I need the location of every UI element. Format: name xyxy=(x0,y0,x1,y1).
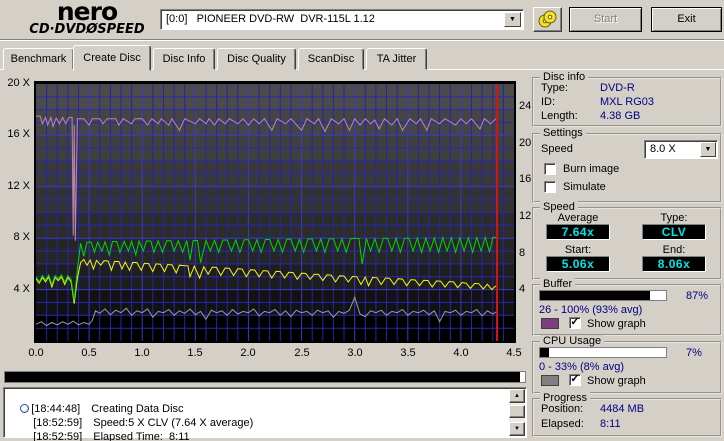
x-axis-tick: 1.0 xyxy=(134,347,150,359)
x-axis-tick: 2.5 xyxy=(294,347,310,359)
progress-group: Progress Position: 4484 MB Elapsed: 8:11 xyxy=(532,392,722,437)
disc-length-value: 4.38 GB xyxy=(600,110,641,122)
cpu-percent: 7% xyxy=(686,347,702,359)
speed-end-label: End: xyxy=(662,244,686,256)
cpu-bar-fill xyxy=(540,348,549,357)
tab-ta-jitter[interactable]: TA Jitter xyxy=(366,48,427,70)
y-axis-left-tick: 8 X xyxy=(13,231,30,243)
progress-position-label: Position: xyxy=(541,403,584,415)
cpu-usage-title: CPU Usage xyxy=(540,335,605,347)
buffer-show-graph-checkbox[interactable]: ✓ xyxy=(569,317,581,329)
tab-disc-quality[interactable]: Disc Quality xyxy=(217,48,296,70)
y-axis-left-tick: 12 X xyxy=(7,180,30,192)
tab-disc-info[interactable]: Disc Info xyxy=(153,48,215,70)
tab-scandisc[interactable]: ScanDisc xyxy=(298,48,364,70)
log-text: Elapsed Time: 8:11 xyxy=(93,431,190,441)
scroll-up-button[interactable]: ▲ xyxy=(509,389,525,403)
log-line: [18:52:59] Elapsed Time: 8:11 xyxy=(21,419,189,441)
speed-chart-plot xyxy=(34,81,516,343)
cpu-series-swatch xyxy=(541,375,559,386)
buffer-group: Buffer 87% 26 - 100% (93% avg) ✓ Show gr… xyxy=(532,278,722,336)
x-axis-tick: 4.5 xyxy=(506,347,522,359)
cpu-bar xyxy=(539,347,667,358)
disc-type-label: Type: xyxy=(541,82,568,94)
x-axis-tick: 2.0 xyxy=(240,347,256,359)
speed-select[interactable]: 8.0 X ▼ xyxy=(644,140,718,159)
chevron-down-icon[interactable]: ▼ xyxy=(504,12,521,27)
progress-position-value: 4484 MB xyxy=(600,403,645,415)
scroll-down-button[interactable]: ▼ xyxy=(509,422,525,436)
burn-image-label: Burn image xyxy=(563,163,620,175)
x-axis-tick: 3.5 xyxy=(400,347,416,359)
start-button[interactable]: Start xyxy=(569,7,642,32)
toolbar-separator xyxy=(0,39,724,41)
speed-start-label: Start: xyxy=(564,244,592,256)
buffer-percent: 87% xyxy=(686,290,709,302)
buffer-series-swatch xyxy=(541,318,559,329)
tab-create-disc[interactable]: Create Disc xyxy=(73,45,151,71)
buffer-title: Buffer xyxy=(540,278,576,290)
discs-icon xyxy=(538,10,557,28)
speed-type-value: CLV xyxy=(642,224,706,240)
x-axis-tick: 4.0 xyxy=(453,347,469,359)
log-scrollbar[interactable]: ▲ ▼ xyxy=(509,389,525,436)
log-line: [18:52:59] Speed:5 X CLV (7.64 X average) xyxy=(21,405,253,429)
simulate-label: Simulate xyxy=(563,181,606,193)
x-axis-tick: 3.0 xyxy=(347,347,363,359)
speed-end-value: 8.06x xyxy=(642,256,706,272)
speed-start-value: 5.06x xyxy=(546,256,610,272)
cpu-show-graph-label: Show graph xyxy=(587,375,646,387)
speed-average-label: Average xyxy=(557,212,599,224)
settings-group: Settings Speed 8.0 X ▼ ✓ Burn image ✓ Si… xyxy=(532,127,722,203)
y-axis-left-tick: 4 X xyxy=(13,283,30,295)
logo-line2: CD·DVDØSPEED xyxy=(29,22,145,37)
x-axis-tick: 0.0 xyxy=(28,347,44,359)
burn-progress-fill xyxy=(5,372,520,382)
burn-image-checkbox[interactable]: ✓ xyxy=(544,163,556,175)
buffer-bar xyxy=(539,290,667,301)
drive-selector[interactable]: [0:0] PIONEER DVD-RW DVR-115L 1.12 ▼ xyxy=(160,9,524,30)
buffer-bar-fill xyxy=(540,291,650,300)
disc-id-label: ID: xyxy=(541,96,556,108)
tab-benchmark[interactable]: Benchmark xyxy=(3,48,74,70)
disc-id-value: MXL RG03 xyxy=(600,96,655,108)
speed-select-value: 8.0 X xyxy=(650,143,676,155)
buffer-show-graph-label: Show graph xyxy=(587,318,646,330)
status-log[interactable]: [18:44:48] Creating Data Disc [18:52:59] S… xyxy=(3,387,527,441)
buffer-range: 26 - 100% (93% avg) xyxy=(539,304,643,316)
drives-button[interactable] xyxy=(533,7,562,32)
progress-elapsed-value: 8:11 xyxy=(600,418,621,430)
speed-average-value: 7.64x xyxy=(546,224,610,240)
cpu-range: 0 - 33% (8% avg) xyxy=(539,361,624,373)
speed-type-label: Type: xyxy=(660,212,688,224)
chevron-down-icon[interactable]: ▼ xyxy=(700,142,716,157)
speed-group: Speed Average Type: 7.64x CLV Start: End… xyxy=(532,201,722,280)
simulate-checkbox[interactable]: ✓ xyxy=(544,181,556,193)
nero-logo: nero CD·DVDØSPEED xyxy=(12,0,162,37)
logo-line1: nero xyxy=(56,0,118,26)
log-time: [18:52:59] xyxy=(33,431,83,441)
log-line: [18:44:48] Creating Data Disc xyxy=(8,391,184,415)
cpu-show-graph-checkbox[interactable]: ✓ xyxy=(569,374,581,386)
disc-type-value: DVD-R xyxy=(600,82,635,94)
settings-title: Settings xyxy=(540,127,586,139)
exit-button[interactable]: Exit xyxy=(651,7,722,32)
drive-selector-value: [0:0] PIONEER DVD-RW DVR-115L 1.12 xyxy=(166,13,375,25)
disc-info-group: Disc info Type: DVD-R ID: MXL RG03 Lengt… xyxy=(532,71,722,127)
y-axis-left-tick: 20 X xyxy=(7,77,30,89)
y-axis-left-tick: 16 X xyxy=(7,128,30,140)
x-axis-tick: 1.5 xyxy=(187,347,203,359)
x-axis-tick: 0.5 xyxy=(81,347,97,359)
cpu-usage-group: CPU Usage 7% 0 - 33% (8% avg) ✓ Show gra… xyxy=(532,335,722,394)
burn-progress-bar xyxy=(4,371,526,383)
scroll-thumb[interactable] xyxy=(509,405,525,418)
disc-length-label: Length: xyxy=(541,110,578,122)
progress-elapsed-label: Elapsed: xyxy=(541,418,584,430)
speed-select-label: Speed xyxy=(541,143,573,155)
speed-chart-canvas xyxy=(36,84,514,341)
